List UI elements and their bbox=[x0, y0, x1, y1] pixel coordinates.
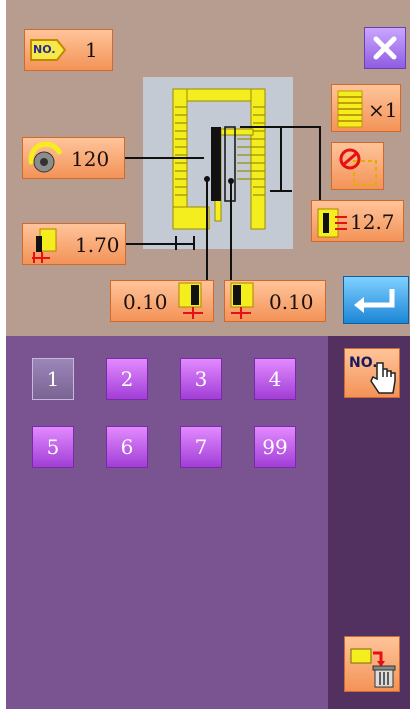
pattern-copy-button[interactable] bbox=[344, 636, 400, 692]
pattern-slot-7[interactable]: 7 bbox=[180, 426, 222, 468]
number-select-button[interactable]: NO. bbox=[344, 348, 400, 398]
hand-pointer-icon bbox=[370, 362, 396, 394]
leader-lines bbox=[125, 126, 321, 280]
pattern-slot-5[interactable]: 5 bbox=[32, 426, 74, 468]
copy-to-trash-icon bbox=[350, 648, 396, 688]
pattern-slot-99[interactable]: 99 bbox=[254, 426, 296, 468]
pattern-slot-4[interactable]: 4 bbox=[254, 358, 296, 400]
pattern-slot-2[interactable]: 2 bbox=[106, 358, 148, 400]
pattern-slot-6[interactable]: 6 bbox=[106, 426, 148, 468]
pattern-slot-1[interactable]: 1 bbox=[32, 358, 74, 400]
pattern-slot-3[interactable]: 3 bbox=[180, 358, 222, 400]
